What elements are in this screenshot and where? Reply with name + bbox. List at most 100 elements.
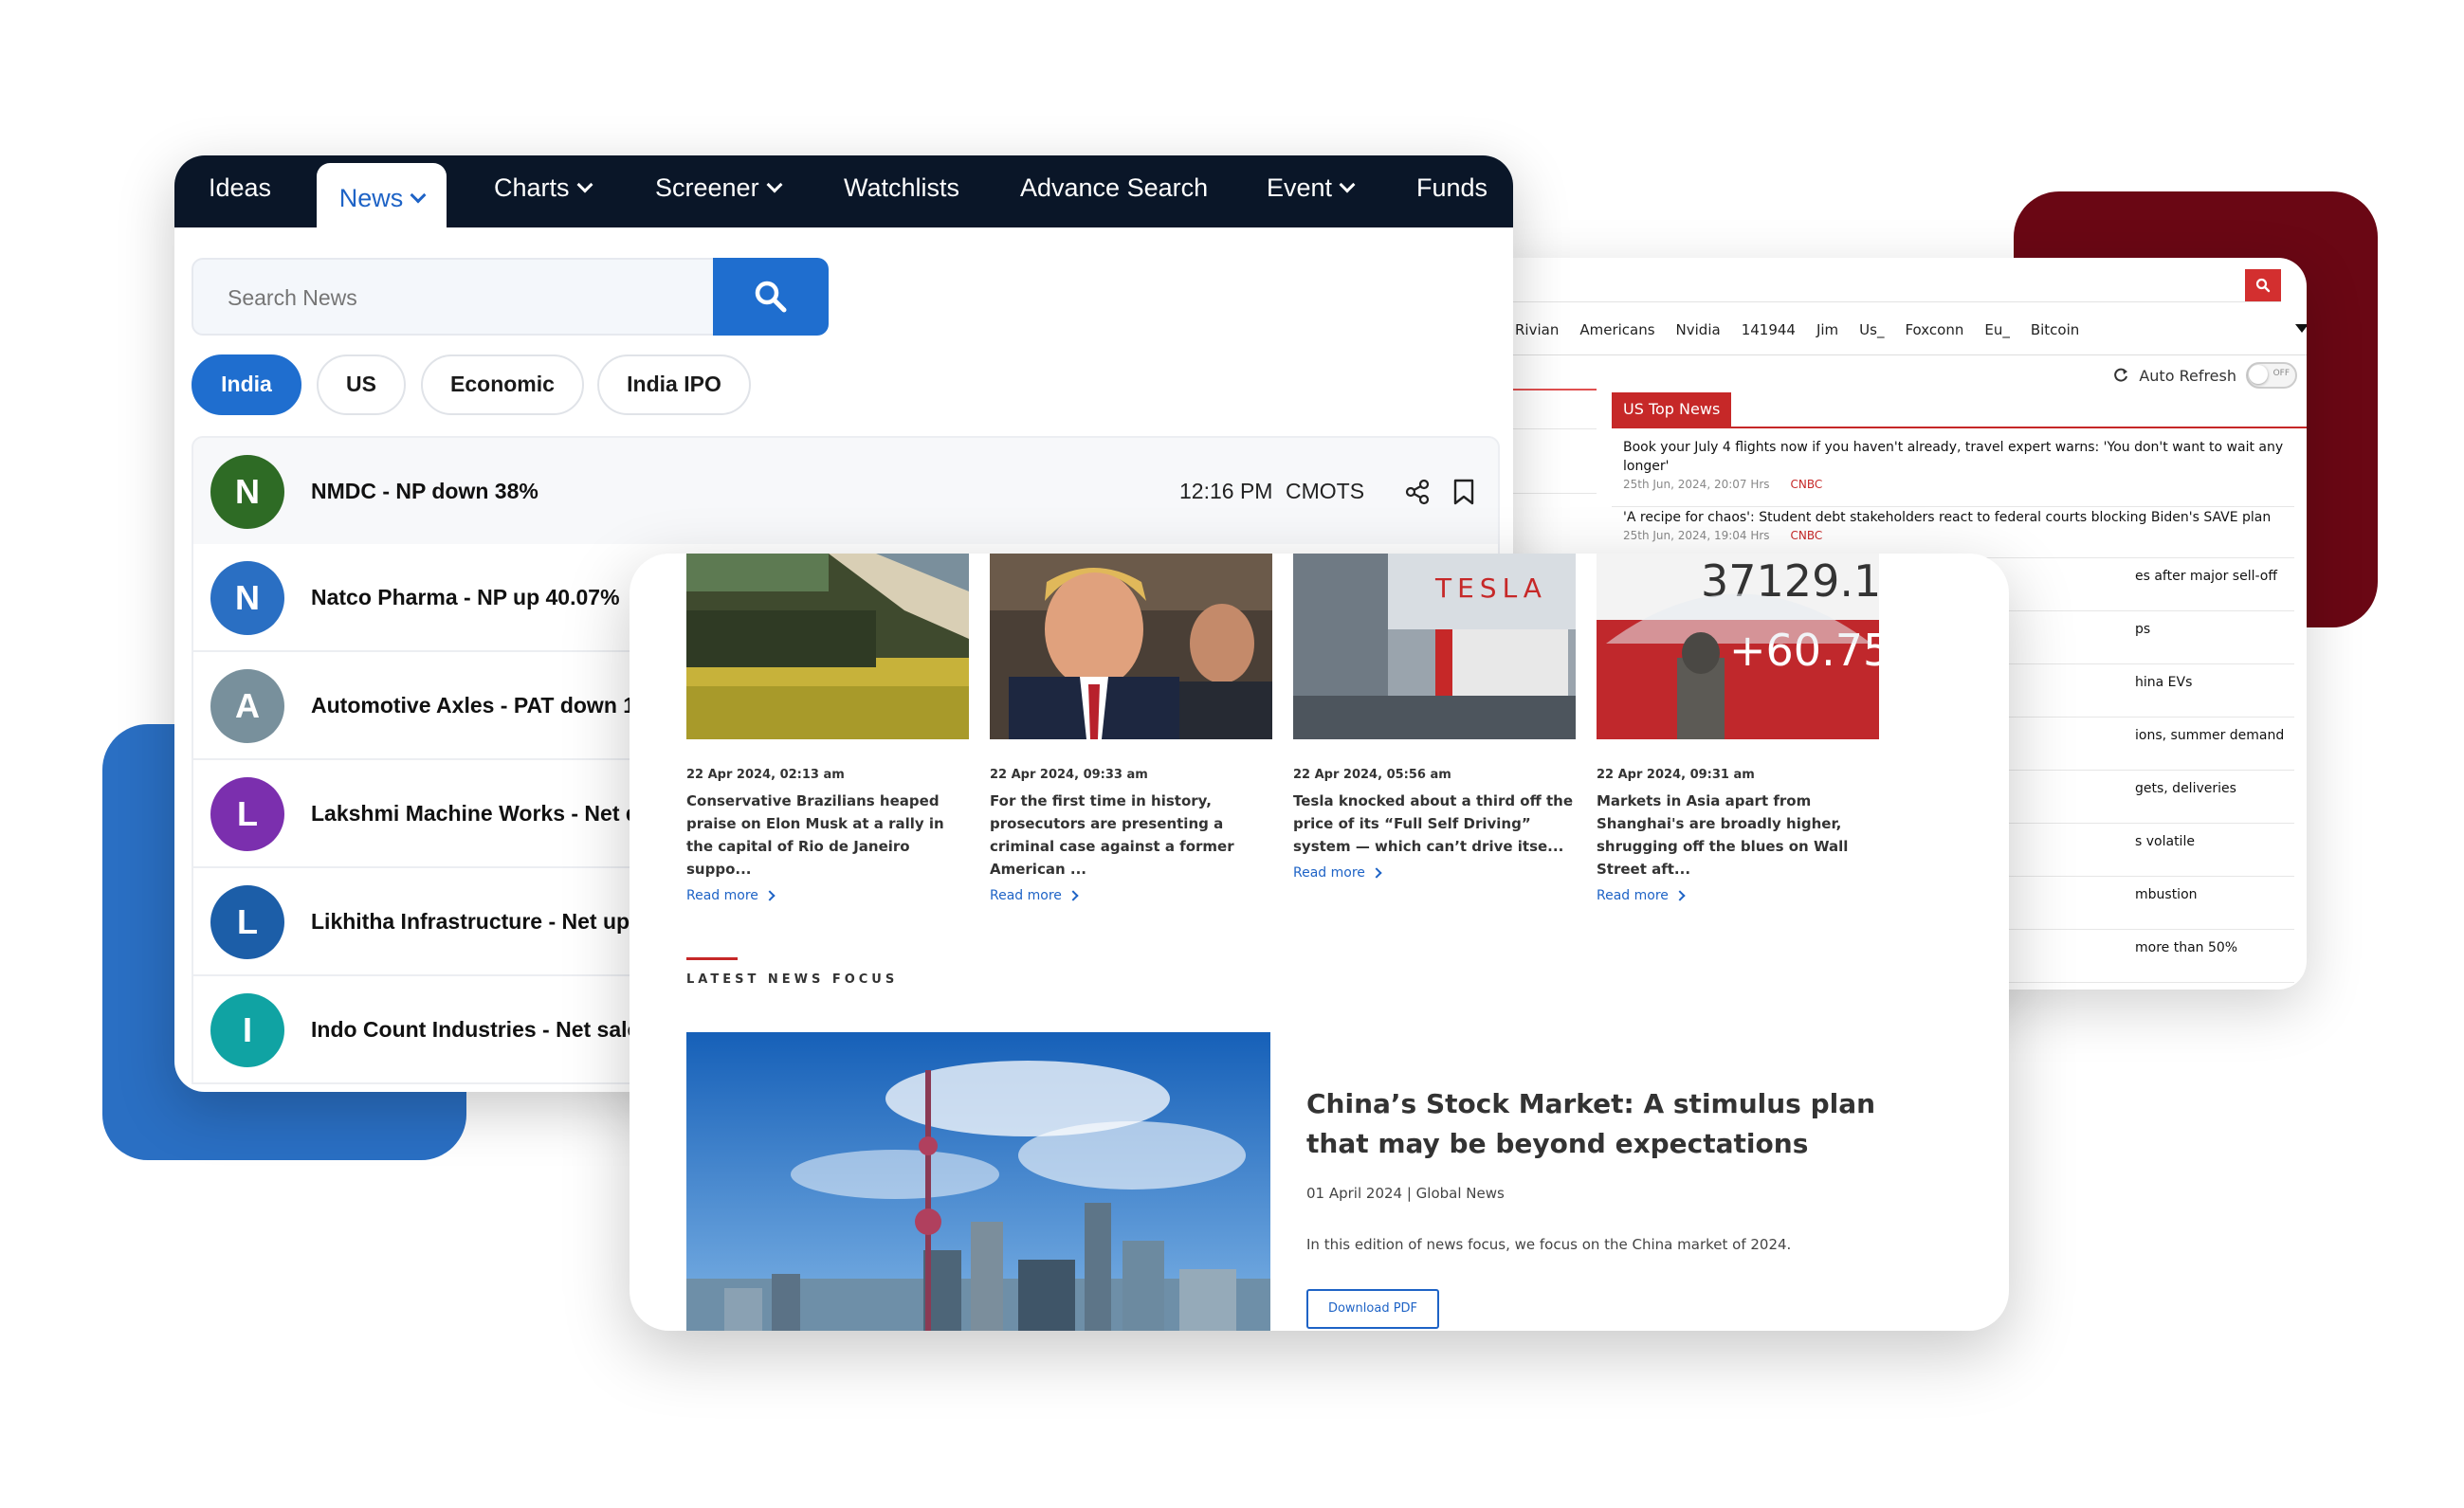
read-more-link[interactable]: Read more	[1597, 888, 1879, 903]
chevron-down-icon	[766, 176, 783, 193]
news-card-summary: Tesla knocked about a third off the pric…	[1293, 792, 1574, 855]
headline-date: 25th Jun, 2024, 20:07 Hrs	[1623, 478, 1770, 491]
news-title: Natco Pharma - NP up 40.07%	[311, 585, 620, 609]
avatar: I	[210, 993, 284, 1067]
trending-topic[interactable]: Bitcoin	[2031, 321, 2079, 338]
nav-ideas[interactable]: Ideas	[209, 155, 271, 227]
read-more-label: Read more	[686, 888, 758, 903]
nav-label: Funds	[1416, 173, 1488, 202]
news-card[interactable]: 22 Apr 2024, 09:33 am For the first time…	[990, 554, 1272, 903]
search-icon	[2255, 278, 2271, 293]
crowd-rally-image	[686, 554, 969, 739]
auto-refresh-control: Auto Refresh OFF	[2112, 362, 2297, 389]
news-card[interactable]: 22 Apr 2024, 02:13 am Conservative Brazi…	[686, 554, 969, 903]
trending-topic[interactable]: 141944	[1742, 321, 1796, 338]
feature-title[interactable]: China’s Stock Market: A stimulus plan th…	[1306, 1084, 1913, 1164]
news-card-image[interactable]	[990, 554, 1272, 739]
news-card-summary: Conservative Brazilians heaped praise on…	[686, 792, 944, 878]
top-nav: Ideas News Charts Screener Watchlists Ad…	[174, 155, 1513, 229]
feature-description: In this edition of news focus, we focus …	[1306, 1236, 1792, 1253]
news-headline-item[interactable]: 'A recipe for chaos': Student debt stake…	[1612, 508, 2294, 558]
chip-us[interactable]: US	[317, 354, 406, 415]
headline-text: Book your July 4 flights now if you have…	[1623, 440, 2284, 474]
news-source: CMOTS	[1286, 479, 1365, 503]
nav-label: Ideas	[209, 173, 272, 202]
us-search-bar[interactable]	[1479, 269, 2281, 302]
chevron-down-icon	[576, 176, 593, 193]
trending-topic[interactable]: Americans	[1579, 321, 1654, 338]
toggle-state: OFF	[2272, 369, 2290, 378]
download-pdf-button[interactable]: Download PDF	[1306, 1289, 1439, 1329]
nav-label: News	[338, 184, 404, 212]
bookmark-icon[interactable]	[1451, 478, 1477, 506]
news-title: NMDC - NP down 38%	[311, 479, 538, 503]
nav-charts[interactable]: Charts	[494, 155, 593, 227]
divider	[1479, 354, 2307, 355]
trending-topic[interactable]: Nvidia	[1676, 321, 1721, 338]
read-more-link[interactable]: Read more	[1293, 865, 1576, 881]
chevron-down-icon	[410, 187, 427, 204]
news-card[interactable]: TESLA 22 Apr 2024, 05:56 am Tesla knocke…	[1293, 554, 1576, 881]
trending-topic[interactable]: Foxconn	[1905, 321, 1963, 338]
news-card-summary: For the first time in history, prosecuto…	[990, 792, 1234, 878]
toggle-knob	[2249, 365, 2268, 384]
nav-advance-search[interactable]: Advance Search	[1020, 155, 1208, 227]
trending-topic[interactable]: Eu_	[1984, 321, 2009, 338]
read-more-link[interactable]: Read more	[990, 888, 1272, 903]
news-card-image[interactable]: 37129.10 +60.75	[1597, 554, 1879, 739]
news-card-date: 22 Apr 2024, 09:31 am	[1597, 768, 1755, 782]
nav-label: Charts	[494, 173, 570, 202]
search-input[interactable]	[193, 260, 734, 334]
news-title: Indo Count Industries - Net sale	[311, 1017, 640, 1042]
nav-funds[interactable]: Funds	[1416, 155, 1488, 227]
section-accent	[686, 957, 738, 960]
headline-source: CNBC	[1790, 529, 1823, 542]
news-card-date: 22 Apr 2024, 09:33 am	[990, 768, 1148, 782]
nav-screener[interactable]: Screener	[655, 155, 783, 227]
nav-news[interactable]: News	[317, 163, 447, 229]
chip-india-ipo[interactable]: India IPO	[597, 354, 751, 415]
avatar: L	[210, 885, 284, 959]
search-icon	[755, 281, 787, 313]
avatar: L	[210, 777, 284, 851]
tesla-sign: TESLA	[1434, 572, 1547, 604]
news-card-image[interactable]: TESLA	[1293, 554, 1576, 739]
headline-text: 'A recipe for chaos': Student debt stake…	[1623, 510, 2272, 525]
auto-refresh-toggle[interactable]: OFF	[2246, 362, 2297, 389]
read-more-label: Read more	[990, 888, 1062, 903]
global-news-window: 22 Apr 2024, 02:13 am Conservative Brazi…	[630, 554, 2009, 1331]
avatar: N	[210, 561, 284, 635]
nav-watchlists[interactable]: Watchlists	[844, 155, 959, 227]
chevron-right-icon	[1068, 890, 1079, 901]
read-more-label: Read more	[1293, 865, 1365, 881]
search-button[interactable]	[713, 258, 829, 336]
news-card-date: 22 Apr 2024, 02:13 am	[686, 768, 845, 782]
section-label: LATEST NEWS FOCUS	[686, 972, 899, 987]
news-card-date: 22 Apr 2024, 05:56 am	[1293, 768, 1451, 782]
news-card-image[interactable]	[686, 554, 969, 739]
chevron-down-icon	[1339, 176, 1356, 193]
tab-underline	[1612, 427, 2307, 428]
tab-us-top-news[interactable]: US Top News	[1612, 392, 1732, 427]
trending-topic[interactable]: Us_	[1859, 321, 1884, 338]
trending-topic[interactable]: Rivian	[1515, 321, 1559, 338]
share-icon[interactable]	[1403, 478, 1432, 506]
feature-meta: 01 April 2024 | Global News	[1306, 1185, 1505, 1202]
news-row[interactable]: N NMDC - NP down 38% 12:16 PM CMOTS	[192, 436, 1500, 546]
chevron-right-icon	[1371, 867, 1382, 879]
chip-economic[interactable]: Economic	[421, 354, 584, 415]
news-title: Automotive Axles - PAT down 13	[311, 693, 648, 718]
news-headline-item[interactable]: Book your July 4 flights now if you have…	[1612, 438, 2294, 507]
feature-image[interactable]	[686, 1032, 1270, 1331]
read-more-link[interactable]: Read more	[686, 888, 969, 903]
us-search-button[interactable]	[2245, 269, 2281, 301]
chevron-right-icon	[1674, 890, 1686, 901]
trending-topic[interactable]: Jim	[1816, 321, 1838, 338]
news-time: 12:16 PM	[1179, 479, 1273, 503]
chip-india[interactable]: India	[192, 354, 301, 415]
caret-down-icon[interactable]	[2295, 324, 2307, 333]
headline-source: CNBC	[1790, 478, 1823, 491]
nav-label: Advance Search	[1020, 173, 1209, 202]
news-card[interactable]: 37129.10 +60.75 22 Apr 2024, 09:31 am Ma…	[1597, 554, 1879, 903]
nav-event[interactable]: Event	[1267, 155, 1356, 227]
